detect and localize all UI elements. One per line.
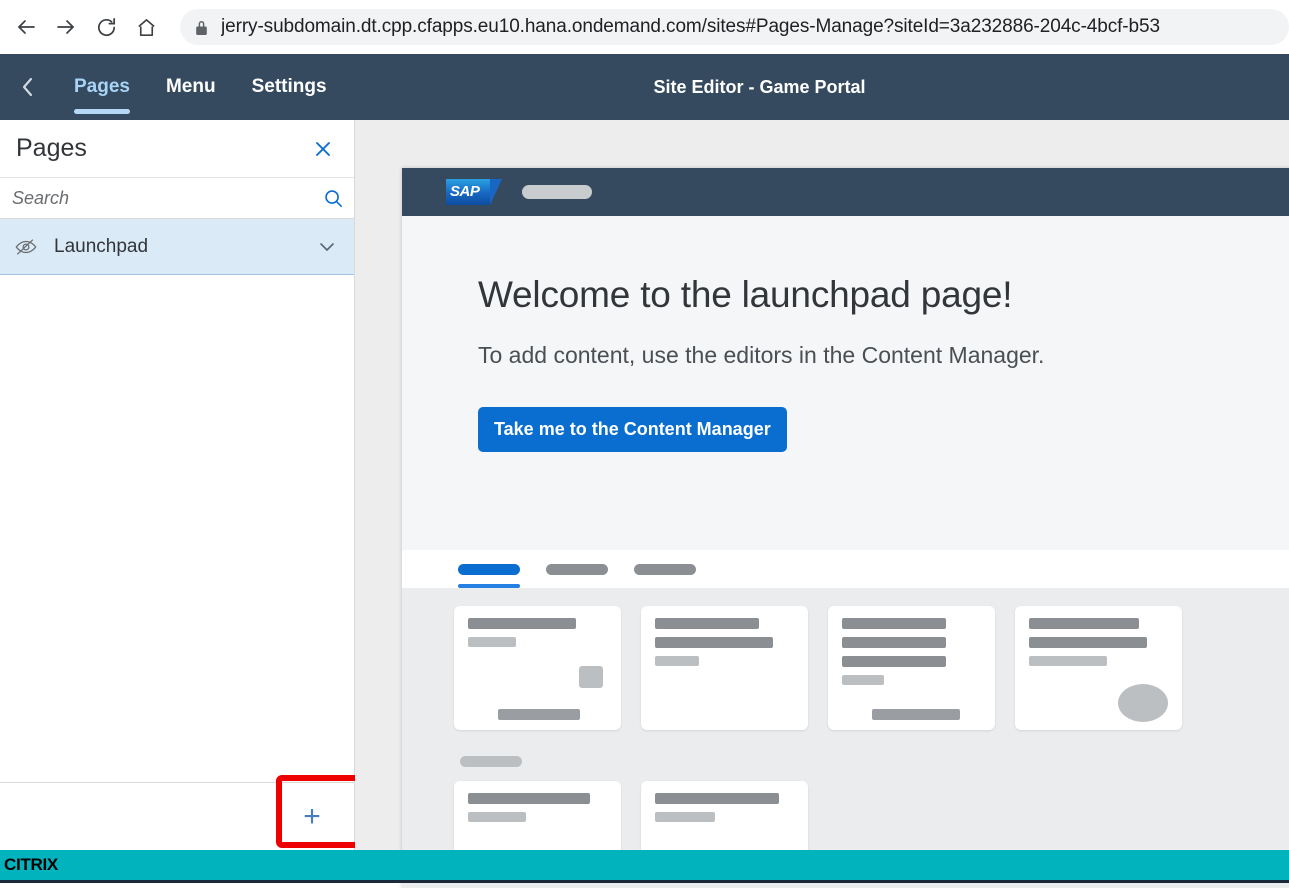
add-page-button[interactable]: + (280, 790, 344, 843)
welcome-title: Welcome to the launchpad page! (478, 274, 1013, 315)
arrow-left-icon[interactable] (6, 7, 46, 47)
content-manager-button[interactable]: Take me to the Content Manager (478, 407, 787, 452)
page-list-item-launchpad[interactable]: Launchpad (0, 219, 354, 275)
preview-tab-2[interactable] (546, 563, 608, 575)
chevron-down-icon[interactable] (316, 236, 338, 258)
tab-settings[interactable]: Settings (234, 54, 345, 120)
address-bar[interactable]: jerry-subdomain.dt.cpp.cfapps.eu10.hana.… (180, 9, 1289, 45)
tab-menu[interactable]: Menu (148, 54, 234, 120)
tile-thumbnail-square (579, 666, 603, 688)
sap-logo: SAP (446, 179, 502, 205)
tile-thumbnail-circle (1118, 684, 1168, 722)
tab-pages-label: Pages (74, 76, 130, 97)
sap-logo-text: SAP (450, 183, 480, 200)
sidebar-title: Pages (16, 134, 87, 162)
tile-row-2 (454, 781, 1289, 861)
shell-title-placeholder (522, 185, 592, 199)
tab-pages[interactable]: Pages (56, 54, 148, 120)
welcome-section: Welcome to the launchpad page! To add co… (402, 216, 1289, 550)
preview-canvas: SAP Welcome to the launchpad page! To ad… (355, 120, 1289, 888)
tile-footer-bar (498, 709, 580, 720)
url-text: jerry-subdomain.dt.cpp.cfapps.eu10.hana.… (221, 16, 1160, 37)
citrix-toolbar: CITRIX (0, 850, 1289, 880)
launchpad-preview: SAP Welcome to the launchpad page! To ad… (402, 168, 1289, 888)
browser-toolbar: jerry-subdomain.dt.cpp.cfapps.eu10.hana.… (0, 0, 1289, 54)
preview-tab-bar (402, 550, 1289, 588)
tile-section-label-placeholder (460, 756, 522, 767)
pages-sidebar: Pages Launchpad + (0, 120, 355, 850)
sidebar-header: Pages (0, 120, 354, 178)
search-icon[interactable] (323, 188, 344, 209)
preview-tiles-area (402, 588, 1289, 888)
arrow-right-icon[interactable] (46, 7, 86, 47)
reload-icon[interactable] (86, 7, 126, 47)
header-tab-list: Pages Menu Settings (56, 54, 345, 120)
sidebar-footer: + (0, 782, 354, 850)
welcome-subtitle: To add content, use the editors in the C… (478, 342, 1045, 368)
lock-icon (194, 19, 209, 36)
tile-1[interactable] (454, 606, 621, 730)
tile-footer-bar (872, 709, 960, 720)
tile-2[interactable] (641, 606, 808, 730)
tile-3[interactable] (828, 606, 995, 730)
search-field[interactable] (0, 178, 354, 219)
preview-tab-1[interactable] (458, 563, 520, 588)
page-list-item-label: Launchpad (54, 235, 149, 257)
search-input[interactable] (12, 187, 323, 209)
preview-shell-bar: SAP (402, 168, 1289, 216)
back-chevron-icon[interactable] (0, 54, 56, 120)
close-icon[interactable] (310, 136, 336, 162)
tile-row-1 (454, 606, 1289, 730)
tile-5[interactable] (454, 781, 621, 861)
home-icon[interactable] (126, 7, 166, 47)
eye-hidden-icon[interactable] (14, 236, 48, 258)
tab-settings-label: Settings (251, 76, 327, 97)
preview-tab-3[interactable] (634, 563, 696, 575)
tab-menu-label: Menu (165, 76, 216, 97)
tile-4[interactable] (1015, 606, 1182, 730)
app-header: Pages Menu Settings Site Editor - Game P… (0, 54, 1289, 120)
citrix-logo: CITRIX (4, 855, 58, 874)
page-list: Launchpad (0, 219, 354, 782)
tile-6[interactable] (641, 781, 808, 861)
